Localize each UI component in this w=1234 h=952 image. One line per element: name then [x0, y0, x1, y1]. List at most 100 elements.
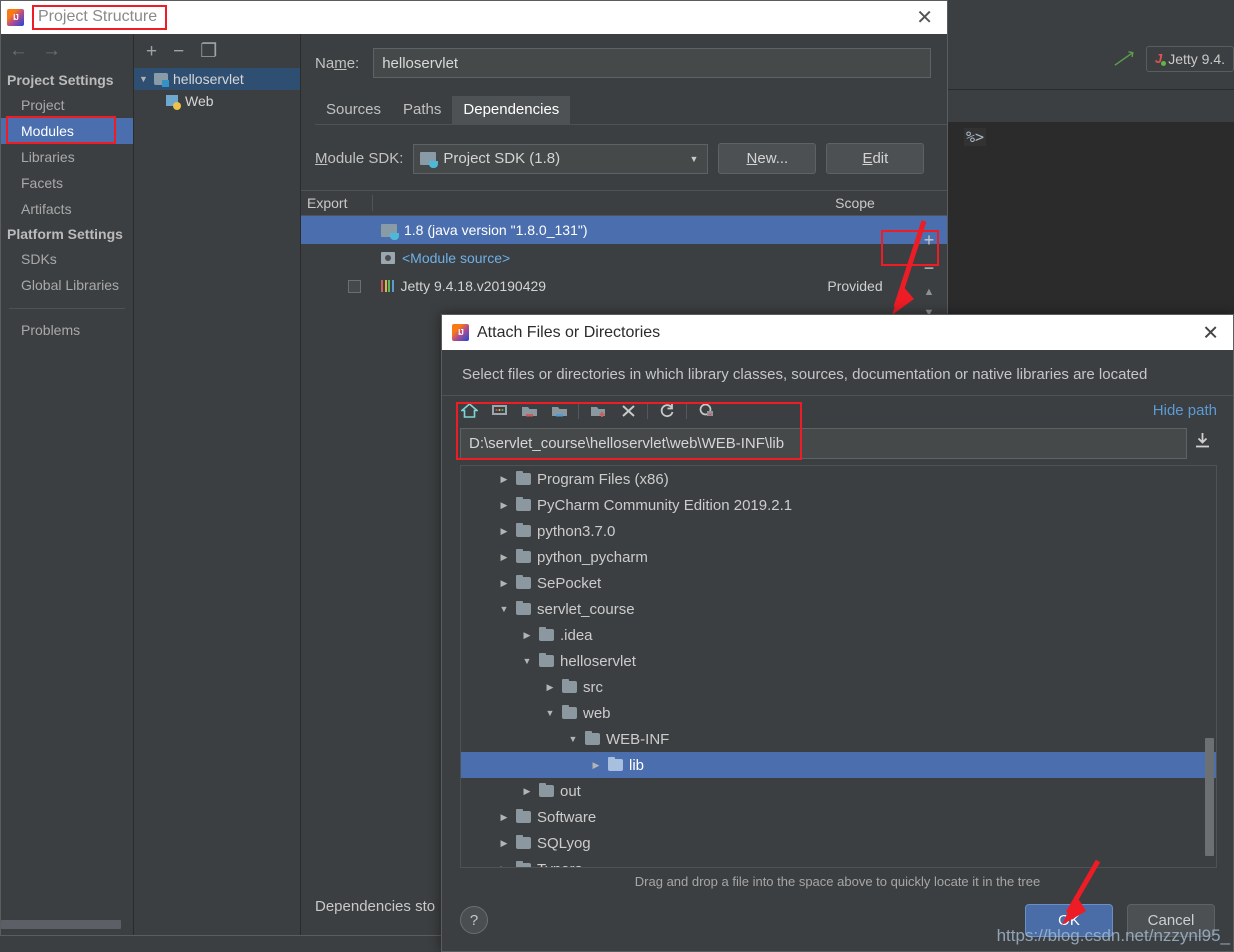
chevron-down-icon[interactable]: ▼ — [138, 74, 149, 84]
close-icon[interactable]: ✕ — [916, 8, 933, 28]
sidebar-horizontal-scrollbar[interactable] — [1, 920, 121, 929]
sidebar-item-modules[interactable]: Modules — [1, 118, 133, 144]
sidebar-item-global-libraries[interactable]: Global Libraries — [1, 272, 133, 298]
tab-paths[interactable]: Paths — [392, 96, 452, 124]
build-hammer-icon[interactable]: ⟶ — [1108, 43, 1139, 73]
module-name-input[interactable] — [373, 48, 931, 78]
back-arrow-icon[interactable]: ← — [9, 40, 28, 62]
column-header-scope[interactable]: Scope — [799, 195, 911, 211]
delete-icon[interactable] — [613, 398, 643, 424]
table-row[interactable]: 1.8 (java version "1.8.0_131") — [301, 216, 947, 244]
editor-code-fragment: %> — [964, 128, 987, 146]
module-tree-item-helloservlet[interactable]: ▼ helloservlet — [134, 68, 300, 90]
chevron-down-icon[interactable]: ▼ — [521, 656, 533, 666]
file-tree-item-label: Typora — [537, 861, 583, 868]
chevron-down-icon[interactable]: ▼ — [567, 734, 579, 744]
file-tree-scrollbar[interactable] — [1205, 738, 1214, 856]
chevron-down-icon[interactable]: ▼ — [689, 154, 698, 164]
chevron-right-icon[interactable]: ▶ — [544, 682, 556, 693]
file-tree-item-out[interactable]: ▶ out — [461, 778, 1216, 804]
chevron-right-icon[interactable]: ▶ — [521, 786, 533, 797]
file-tree-rows: ▶ Program Files (x86) ▶ PyCharm Community E… — [461, 466, 1216, 868]
module-source-icon — [381, 252, 395, 264]
help-button[interactable]: ? — [460, 906, 488, 934]
chevron-right-icon[interactable]: ▶ — [498, 838, 510, 849]
close-icon[interactable]: ✕ — [1202, 320, 1219, 345]
chevron-right-icon[interactable]: ▶ — [498, 474, 510, 485]
file-tree-item-software[interactable]: ▶ Software — [461, 804, 1216, 830]
file-tree-item-helloservlet[interactable]: ▼ helloservlet — [461, 648, 1216, 674]
new-folder-icon[interactable] — [583, 398, 613, 424]
path-input[interactable] — [460, 427, 1187, 459]
file-tree-item-label: Software — [537, 808, 597, 826]
folder-icon — [516, 835, 531, 849]
module-sdk-label: Module SDK: — [315, 150, 404, 167]
file-tree-item-typora[interactable]: ▶ Typora — [461, 856, 1216, 868]
chevron-right-icon[interactable]: ▶ — [498, 526, 510, 537]
chevron-right-icon[interactable]: ▶ — [498, 578, 510, 589]
file-tree-item-web[interactable]: ▼ web — [461, 700, 1216, 726]
sidebar-item-sdks[interactable]: SDKs — [1, 246, 133, 272]
chevron-right-icon[interactable]: ▶ — [590, 760, 602, 771]
folder-icon — [539, 783, 554, 797]
add-module-icon[interactable]: + — [146, 42, 157, 61]
chevron-right-icon[interactable]: ▶ — [521, 630, 533, 641]
file-tree-item-sepocket[interactable]: ▶ SePocket — [461, 570, 1216, 596]
expand-folder-icon[interactable] — [544, 398, 574, 424]
copy-module-icon[interactable]: ❐ — [200, 42, 217, 61]
sidebar-item-project[interactable]: Project — [1, 92, 133, 118]
desktop-icon[interactable] — [484, 398, 514, 424]
file-tree-item-program-files-x86[interactable]: ▶ Program Files (x86) — [461, 466, 1216, 492]
column-header-export[interactable]: Export — [301, 195, 373, 211]
jdk-icon — [381, 223, 399, 240]
folder-icon — [539, 653, 554, 667]
folder-icon — [539, 627, 554, 641]
hide-path-link[interactable]: Hide path — [1153, 402, 1217, 419]
file-tree-item-label: helloservlet — [560, 652, 636, 670]
chevron-right-icon[interactable]: ▶ — [498, 552, 510, 563]
chevron-down-icon[interactable]: ▼ — [544, 708, 556, 718]
home-icon[interactable] — [454, 398, 484, 424]
new-sdk-button[interactable]: New... — [718, 143, 817, 174]
export-checkbox[interactable] — [348, 279, 361, 293]
file-tree-item-label: src — [583, 678, 603, 696]
module-sdk-select[interactable]: Project SDK (1.8) ▼ — [413, 143, 709, 174]
sidebar-item-problems[interactable]: Problems — [1, 317, 133, 343]
file-tree-item-pycharm-community-edition-2019-2-1[interactable]: ▶ PyCharm Community Edition 2019.2.1 — [461, 492, 1216, 518]
refresh-icon[interactable] — [652, 398, 682, 424]
file-tree-item-python-pycharm[interactable]: ▶ python_pycharm — [461, 544, 1216, 570]
file-tree[interactable]: ▶ Program Files (x86) ▶ PyCharm Community E… — [460, 465, 1217, 868]
table-row[interactable]: <Module source> — [301, 244, 947, 272]
sidebar-item-facets[interactable]: Facets — [1, 170, 133, 196]
folder-icon — [516, 861, 531, 867]
edit-sdk-button[interactable]: Edit — [826, 143, 925, 174]
file-tree-item-label: out — [560, 782, 581, 800]
remove-module-icon[interactable]: − — [173, 42, 184, 61]
dependencies-storage-label: Dependencies sto — [315, 898, 436, 915]
file-chooser-toolbar: Hide path — [442, 395, 1233, 425]
chevron-right-icon[interactable]: ▶ — [498, 812, 510, 823]
sidebar-item-artifacts[interactable]: Artifacts — [1, 196, 133, 222]
tab-dependencies[interactable]: Dependencies — [452, 96, 571, 124]
show-hidden-icon[interactable] — [691, 398, 721, 424]
chevron-right-icon[interactable]: ▶ — [498, 500, 510, 511]
file-tree-item-idea[interactable]: ▶ .idea — [461, 622, 1216, 648]
file-tree-item-sqlyog[interactable]: ▶ SQLyog — [461, 830, 1216, 856]
download-path-icon[interactable] — [1187, 432, 1217, 454]
file-tree-item-lib[interactable]: ▶ lib — [461, 752, 1216, 778]
tab-sources[interactable]: Sources — [315, 96, 392, 124]
folder-icon — [516, 575, 531, 589]
move-up-button[interactable]: ▲ — [924, 287, 935, 298]
sidebar-item-libraries[interactable]: Libraries — [1, 144, 133, 170]
forward-arrow-icon[interactable]: → — [42, 40, 61, 62]
table-row[interactable]: Jetty 9.4.18.v20190429 Provided — [301, 272, 947, 300]
module-tree-item-web[interactable]: Web — [134, 90, 300, 112]
chevron-down-icon[interactable]: ▼ — [498, 604, 510, 614]
file-tree-item-python3-7-0[interactable]: ▶ python3.7.0 — [461, 518, 1216, 544]
collapse-folder-icon[interactable] — [514, 398, 544, 424]
file-tree-item-src[interactable]: ▶ src — [461, 674, 1216, 700]
file-tree-item-web-inf[interactable]: ▼ WEB-INF — [461, 726, 1216, 752]
file-tree-item-servlet-course[interactable]: ▼ servlet_course — [461, 596, 1216, 622]
run-configuration-selector[interactable]: J Jetty 9.4. — [1145, 45, 1234, 72]
chevron-right-icon[interactable]: ▶ — [498, 864, 510, 868]
